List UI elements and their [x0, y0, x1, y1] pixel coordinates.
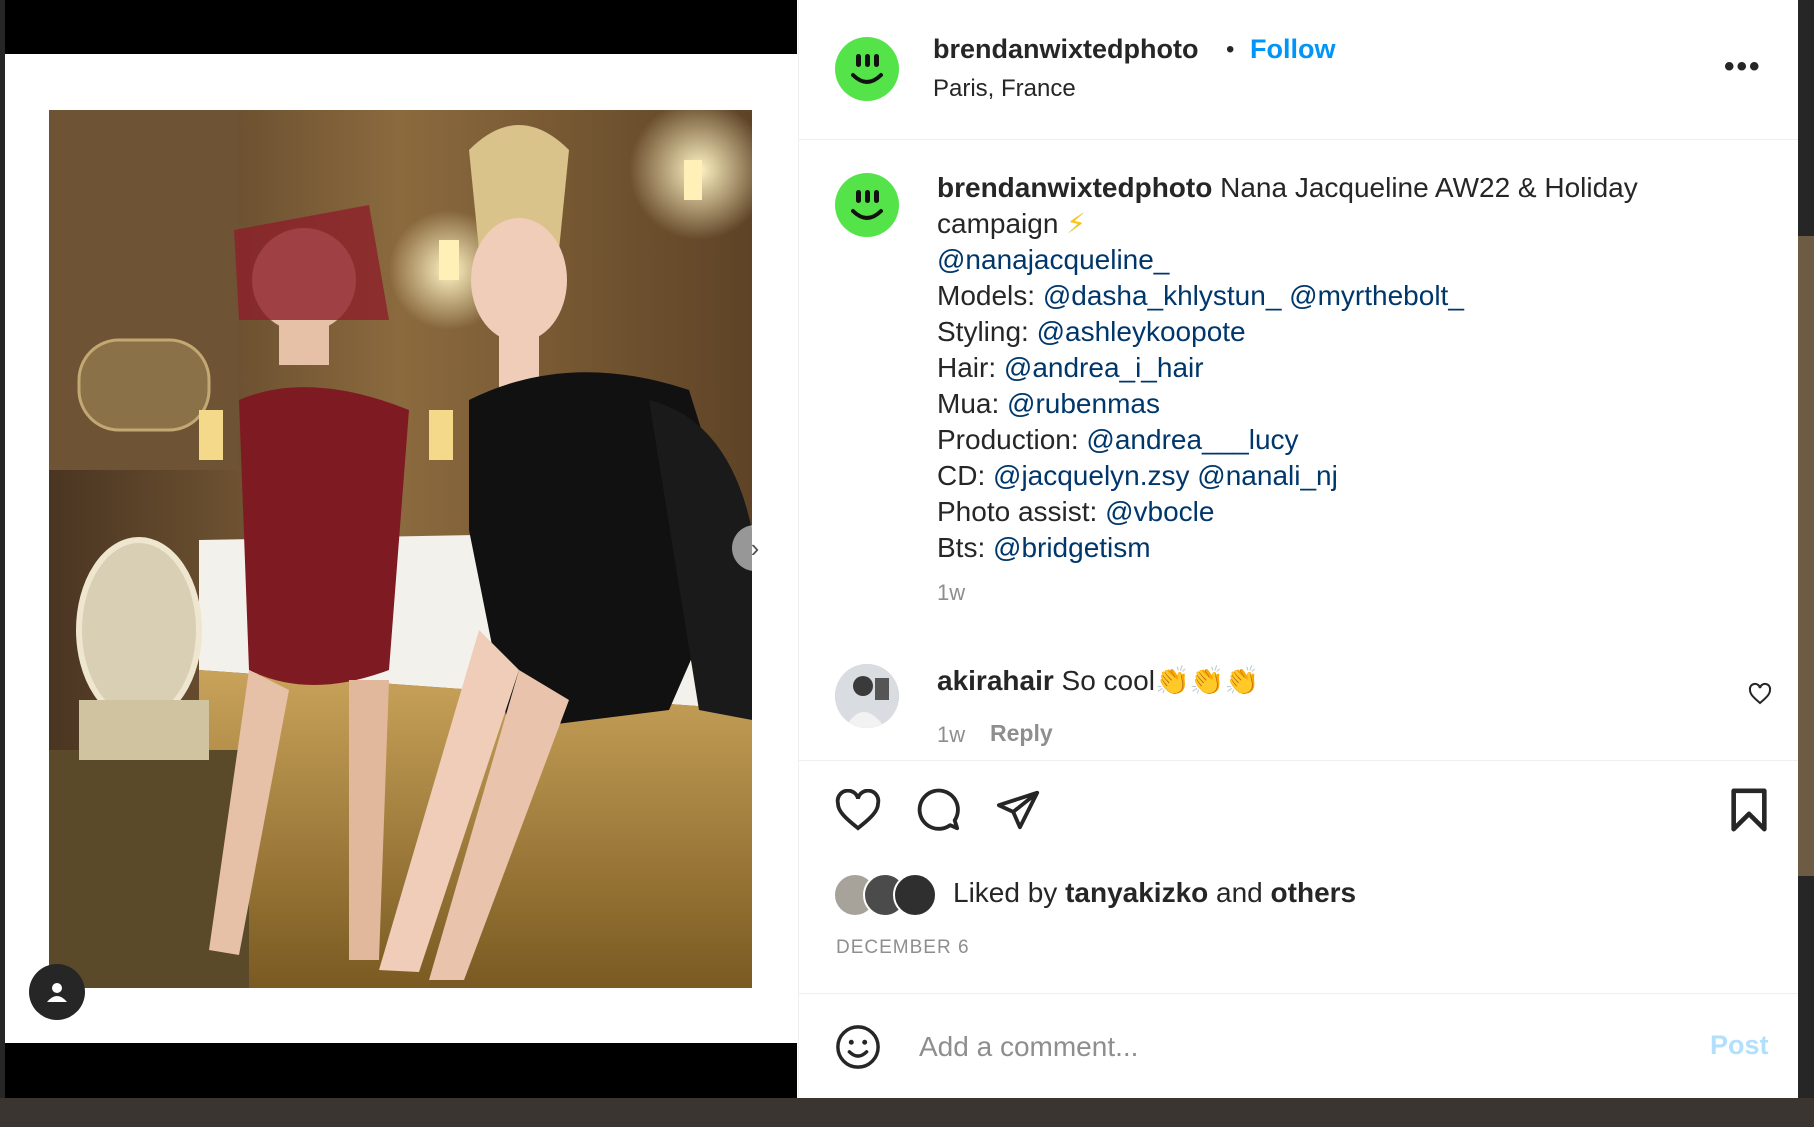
caption-line-mentions[interactable]: @rubenmas	[1007, 388, 1160, 419]
media-letterbox-bottom	[5, 1043, 797, 1098]
caption-line-label: Models:	[937, 280, 1036, 311]
smiley-icon	[851, 190, 883, 220]
photo-illustration	[49, 110, 752, 988]
post-actions: Liked by tanyakizko and others DECEMBER …	[799, 760, 1798, 994]
heart-icon	[1748, 682, 1772, 705]
caption-line-mentions[interactable]: @vbocle	[1105, 496, 1214, 527]
media-letterbox-top	[5, 0, 797, 54]
likes-prefix: Liked by	[953, 877, 1058, 908]
post-header: brendanwixtedphoto • Follow Paris, Franc…	[799, 0, 1798, 140]
save-button[interactable]	[1728, 787, 1770, 838]
liker-username[interactable]: tanyakizko	[1065, 877, 1208, 908]
next-photo-button[interactable]: ›	[732, 525, 778, 571]
comment-emojis: 👏👏👏	[1154, 665, 1260, 696]
author-username[interactable]: brendanwixtedphoto	[933, 34, 1199, 65]
comment-item: akirahair So cool👏👏👏 1w Reply	[799, 660, 1798, 760]
chevron-right-icon: ›	[750, 532, 760, 563]
like-button[interactable]	[835, 788, 881, 836]
emoji-picker-button[interactable]	[835, 1024, 881, 1075]
comment-input[interactable]	[917, 1020, 1681, 1074]
smiley-icon	[851, 54, 883, 84]
send-icon	[996, 790, 1040, 830]
follow-button[interactable]: Follow	[1250, 34, 1335, 65]
liker-avatars[interactable]	[833, 873, 937, 917]
caption-text: brendanwixtedphoto Nana Jacqueline AW22 …	[937, 170, 1697, 566]
smiley-face-icon	[836, 1025, 880, 1069]
user-icon	[47, 983, 67, 1002]
reply-button[interactable]: Reply	[990, 720, 1053, 747]
caption-line-label: Styling:	[937, 316, 1029, 347]
comment-body: akirahair So cool👏👏👏	[937, 664, 1260, 697]
comment-text: So cool	[1061, 665, 1155, 696]
caption-username[interactable]: brendanwixtedphoto	[937, 172, 1212, 203]
commenter-photo	[835, 664, 899, 728]
likes-conjunction: and	[1216, 877, 1263, 908]
post-photo[interactable]	[49, 110, 752, 988]
background-feed-strip	[0, 1098, 1814, 1127]
mention-brand[interactable]: @nanajacqueline_	[937, 244, 1169, 275]
lightning-emoji: ⚡	[1066, 208, 1086, 239]
comment-button[interactable]	[915, 787, 961, 838]
caption-line-label: Production:	[937, 424, 1079, 455]
caption-author-avatar[interactable]	[835, 173, 899, 237]
commenter-avatar[interactable]	[835, 664, 899, 728]
separator-dot: •	[1226, 36, 1235, 63]
caption-timestamp[interactable]: 1w	[937, 580, 965, 606]
bookmark-icon	[1731, 788, 1767, 832]
like-comment-button[interactable]	[1748, 682, 1772, 711]
caption-line-label: CD:	[937, 460, 986, 491]
caption-line-mentions[interactable]: @bridgetism	[993, 532, 1151, 563]
post-side-panel: brendanwixtedphoto • Follow Paris, Franc…	[798, 0, 1798, 1098]
post-media: ›	[5, 0, 797, 1098]
commenter-username[interactable]: akirahair	[937, 665, 1054, 696]
caption-line-mentions[interactable]: @andrea___lucy	[1086, 424, 1298, 455]
background-feed-edge	[1797, 236, 1814, 876]
likes-summary: Liked by tanyakizko and others	[953, 877, 1356, 909]
caption-line-label: Hair:	[937, 352, 997, 383]
author-avatar[interactable]	[835, 37, 899, 101]
add-comment-bar: Post	[799, 993, 1798, 1099]
likes-others-link[interactable]: others	[1271, 877, 1357, 908]
comment-icon	[917, 788, 960, 831]
liker-avatar	[893, 873, 937, 917]
post-comment-button[interactable]: Post	[1710, 1030, 1769, 1061]
comment-timestamp: 1w	[937, 722, 966, 747]
tagged-people-button[interactable]	[29, 964, 85, 1020]
caption-line-mentions[interactable]: @andrea_i_hair	[1004, 352, 1204, 383]
caption-line-mentions[interactable]: @ashleykoopote	[1037, 316, 1246, 347]
caption-line-mentions[interactable]: @dasha_khlystun_ @myrthebolt_	[1043, 280, 1464, 311]
heart-icon	[835, 788, 881, 831]
share-button[interactable]	[995, 787, 1041, 838]
post-location[interactable]: Paris, France	[933, 75, 1076, 103]
post-modal: › brendanwixtedphoto • Follow Paris, Fra…	[5, 0, 1798, 1098]
caption-line-label: Bts:	[937, 532, 986, 563]
post-date[interactable]: DECEMBER 6	[836, 937, 970, 959]
caption-line-label: Photo assist:	[937, 496, 1098, 527]
more-options-icon[interactable]: •••	[1724, 50, 1762, 84]
caption-line-label: Mua:	[937, 388, 1000, 419]
caption-line-mentions[interactable]: @jacquelyn.zsy @nanali_nj	[993, 460, 1338, 491]
